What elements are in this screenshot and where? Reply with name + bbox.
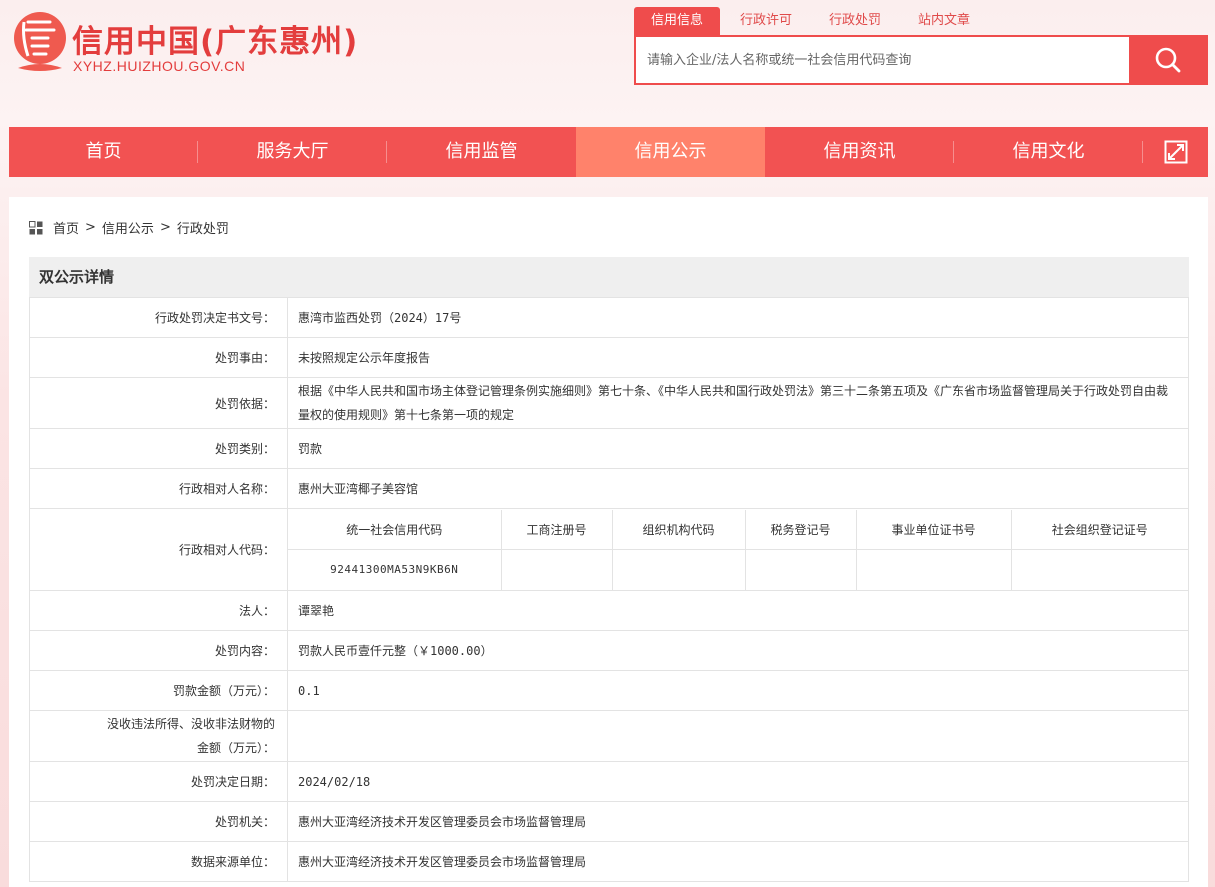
institution-cert-value <box>855 549 1012 590</box>
doc-no-value: 惠湾市监西处罚（2024）17号 <box>287 297 1189 338</box>
row-label: 处罚决定日期： <box>29 761 288 802</box>
basis-value: 根据《中华人民共和国市场主体登记管理条例实施细则》第七十条、《中华人民共和国行政… <box>287 377 1189 429</box>
codes-cell: 统一社会信用代码 工商注册号 组织机构代码 税务登记号 事业单位证书号 社会组织… <box>287 508 1189 591</box>
row-label: 行政相对人名称： <box>29 468 288 509</box>
main-panel: 首页 > 信用公示 > 行政处罚 双公示详情 行政处罚决定书文号： 惠湾市监西处… <box>9 197 1208 887</box>
confiscation-label-line1: 没收违法所得、没收非法财物的 <box>106 717 275 731</box>
search-input[interactable] <box>636 37 1129 83</box>
main-nav: 首页 服务大厅 信用监管 信用公示 信用资讯 信用文化 <box>9 127 1208 177</box>
row-label: 处罚机关： <box>29 801 288 842</box>
detail-table: 行政处罚决定书文号： 惠湾市监西处罚（2024）17号 处罚事由： 未按照规定公… <box>29 297 1189 882</box>
row-label: 法人： <box>29 590 288 631</box>
nav-credit-news[interactable]: 信用资讯 <box>765 127 954 177</box>
confiscation-value <box>287 710 1189 762</box>
reason-value: 未按照规定公示年度报告 <box>287 337 1189 378</box>
tab-credit-info[interactable]: 信用信息 <box>634 7 721 35</box>
breadcrumb: 首页 > 信用公示 > 行政处罚 <box>29 218 229 237</box>
breadcrumb-separator: > <box>159 220 171 235</box>
search-box <box>634 35 1208 85</box>
row-label: 罚款金额（万元）： <box>29 670 288 711</box>
decision-date-value: 2024/02/18 <box>287 761 1189 802</box>
breadcrumb-credit-disclosure[interactable]: 信用公示 <box>102 218 154 237</box>
nav-credit-supervision[interactable]: 信用监管 <box>387 127 576 177</box>
codes-header: 社会组织登记证号 <box>1010 509 1188 550</box>
table-row: 行政相对人名称： 惠州大亚湾椰子美容馆 <box>29 468 1189 509</box>
row-label: 行政处罚决定书文号： <box>29 297 288 338</box>
table-row: 处罚类别： 罚款 <box>29 428 1189 469</box>
search-icon <box>1155 47 1180 73</box>
row-label: 处罚类别： <box>29 428 288 469</box>
row-label: 处罚内容： <box>29 630 288 671</box>
content-value: 罚款人民币壹仟元整（￥1000.00） <box>287 630 1189 671</box>
table-row: 处罚依据： 根据《中华人民共和国市场主体登记管理条例实施细则》第七十条、《中华人… <box>29 377 1189 429</box>
legal-person-value: 谭翠艳 <box>287 590 1189 631</box>
table-row: 法人： 谭翠艳 <box>29 590 1189 631</box>
table-row: 罚款金额（万元）： 0.1 <box>29 670 1189 711</box>
logo-icon <box>14 12 66 71</box>
codes-header: 事业单位证书号 <box>855 509 1012 550</box>
codes-header-row: 统一社会信用代码 工商注册号 组织机构代码 税务登记号 事业单位证书号 社会组织… <box>288 509 1188 550</box>
breadcrumb-separator: > <box>85 220 96 235</box>
codes-header: 工商注册号 <box>500 509 613 550</box>
table-row: 处罚机关： 惠州大亚湾经济技术开发区管理委员会市场监督管理局 <box>29 801 1189 842</box>
site-domain: XYHZ.HUIZHOU.GOV.CN <box>73 58 246 74</box>
table-row: 处罚决定日期： 2024/02/18 <box>29 761 1189 802</box>
category-value: 罚款 <box>287 428 1189 469</box>
codes-value-row: 92441300MA53N9KB6N <box>288 549 1188 590</box>
row-label: 处罚依据： <box>29 377 288 429</box>
org-code-value <box>611 549 746 590</box>
tax-no-value <box>744 549 857 590</box>
search-button[interactable] <box>1129 37 1206 83</box>
source-value: 惠州大亚湾经济技术开发区管理委员会市场监督管理局 <box>287 841 1189 882</box>
site-title: 信用中国(广东惠州) <box>72 24 359 60</box>
nav-home[interactable]: 首页 <box>9 127 198 177</box>
tab-admin-penalty[interactable]: 行政处罚 <box>812 7 898 35</box>
codes-header: 税务登记号 <box>744 509 857 550</box>
table-row: 处罚事由： 未按照规定公示年度报告 <box>29 337 1189 378</box>
nav-credit-disclosure[interactable]: 信用公示 <box>576 127 765 177</box>
row-label: 行政相对人代码： <box>29 508 288 591</box>
codes-header: 组织机构代码 <box>611 509 746 550</box>
row-label: 处罚事由： <box>29 337 288 378</box>
grid-icon <box>29 220 43 234</box>
tab-site-articles[interactable]: 站内文章 <box>901 7 987 35</box>
table-row: 行政相对人代码： 统一社会信用代码 工商注册号 组织机构代码 税务登记号 事业单… <box>29 508 1189 591</box>
site-header: 信用中国(广东惠州) XYHZ.HUIZHOU.GOV.CN 信用信息 行政许可… <box>0 0 1215 120</box>
table-row: 行政处罚决定书文号： 惠湾市监西处罚（2024）17号 <box>29 297 1189 338</box>
social-org-cert-value <box>1010 549 1188 590</box>
codes-table: 统一社会信用代码 工商注册号 组织机构代码 税务登记号 事业单位证书号 社会组织… <box>288 509 1188 590</box>
row-label: 数据来源单位： <box>29 841 288 882</box>
codes-header: 统一社会信用代码 <box>288 509 502 550</box>
table-row: 数据来源单位： 惠州大亚湾经济技术开发区管理委员会市场监督管理局 <box>29 841 1189 882</box>
nav-expand-button[interactable] <box>1143 127 1208 177</box>
tab-admin-license[interactable]: 行政许可 <box>723 7 809 35</box>
nav-credit-culture[interactable]: 信用文化 <box>954 127 1143 177</box>
table-row: 处罚内容： 罚款人民币壹仟元整（￥1000.00） <box>29 630 1189 671</box>
table-row: 没收违法所得、没收非法财物的 金额（万元）： <box>29 710 1189 762</box>
nav-service-hall[interactable]: 服务大厅 <box>198 127 387 177</box>
section-title: 双公示详情 <box>29 257 1189 297</box>
fine-value: 0.1 <box>287 670 1189 711</box>
expand-icon <box>1164 140 1187 164</box>
credit-code-value: 92441300MA53N9KB6N <box>288 549 502 590</box>
authority-value: 惠州大亚湾经济技术开发区管理委员会市场监督管理局 <box>287 801 1189 842</box>
breadcrumb-admin-penalty: 行政处罚 <box>176 222 229 237</box>
reg-no-value <box>500 549 613 590</box>
search-tabs: 信用信息 行政许可 行政处罚 站内文章 <box>634 7 990 35</box>
confiscation-label-line2: 金额（万元）： <box>196 741 275 755</box>
party-name-value: 惠州大亚湾椰子美容馆 <box>287 468 1189 509</box>
breadcrumb-home[interactable]: 首页 <box>53 218 79 237</box>
row-label: 没收违法所得、没收非法财物的 金额（万元）： <box>29 710 288 762</box>
